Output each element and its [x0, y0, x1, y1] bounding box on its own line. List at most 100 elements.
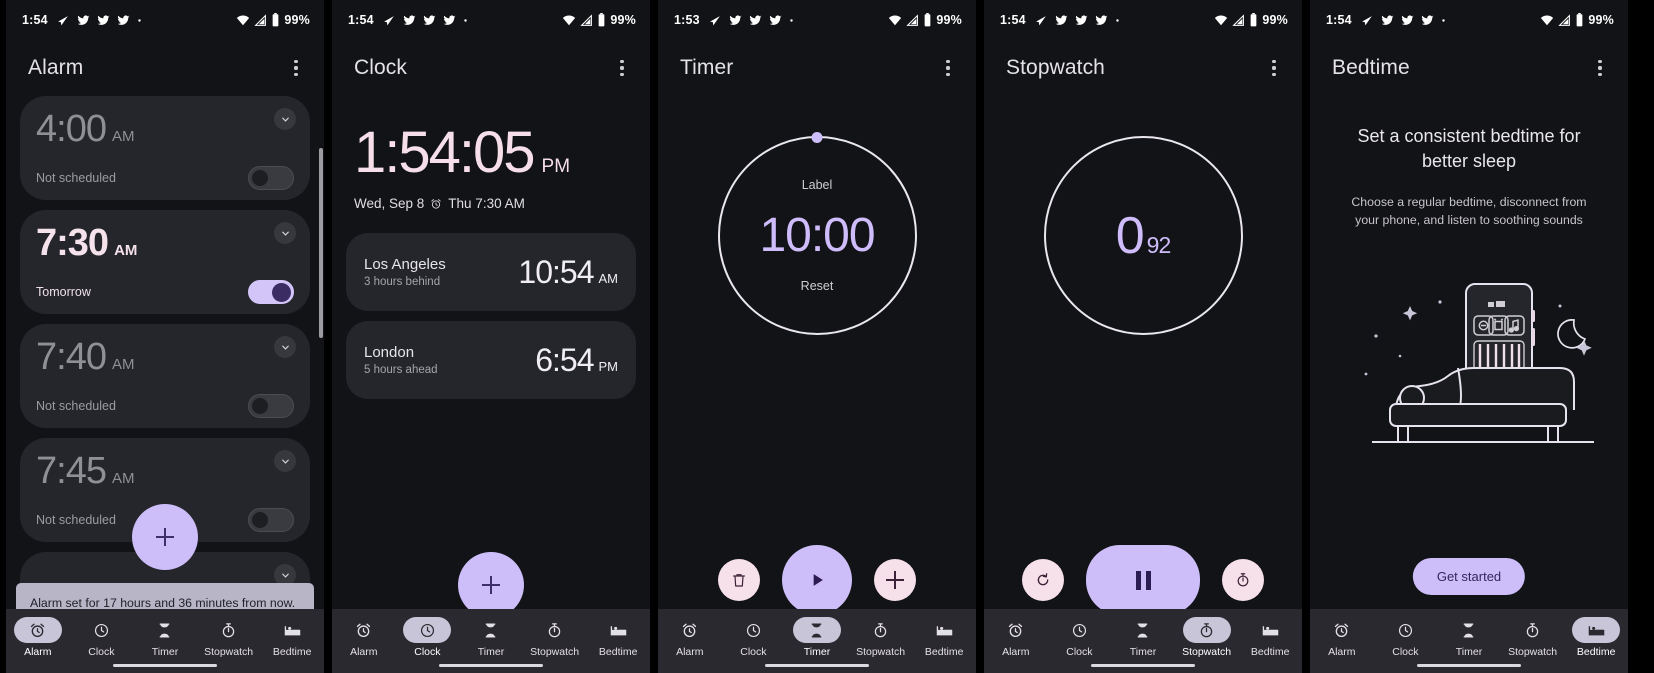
nav-tab-clock[interactable]: Clock — [70, 617, 134, 658]
alarm-toggle[interactable] — [248, 166, 294, 190]
nav-tab-timer[interactable]: Timer — [459, 617, 523, 658]
bird-icon — [117, 14, 130, 25]
nav-tab-stopwatch[interactable]: Stopwatch — [197, 617, 261, 658]
lap-button[interactable] — [1222, 559, 1264, 601]
nav-tab-timer[interactable]: Timer — [133, 617, 197, 658]
nav-label: Alarm — [350, 646, 378, 658]
timer-reset-label[interactable]: Reset — [801, 279, 834, 293]
gesture-home-bar[interactable] — [1417, 664, 1521, 667]
delete-timer-button[interactable] — [718, 559, 760, 601]
alarm-hour: 4:00 — [36, 108, 107, 150]
dot-icon — [1442, 18, 1445, 22]
nav-tab-clock[interactable]: Clock — [396, 617, 460, 658]
nav-tab-bedtime[interactable]: Bedtime — [1564, 617, 1628, 658]
pause-icon — [1135, 570, 1151, 590]
nav-tab-bedtime[interactable]: Bedtime — [260, 617, 324, 658]
nav-tab-bedtime[interactable]: Bedtime — [1238, 617, 1302, 658]
overflow-menu-button[interactable] — [1254, 48, 1294, 88]
alarm-toggle[interactable] — [248, 280, 294, 304]
nav-tab-bedtime[interactable]: Bedtime — [912, 617, 976, 658]
overflow-menu-button[interactable] — [1580, 48, 1620, 88]
alarm-row[interactable]: 7:30 AM Tomorrow — [20, 210, 310, 314]
stopwatch-actions — [984, 545, 1302, 615]
start-timer-button[interactable] — [782, 545, 852, 615]
add-alarm-fab[interactable] — [132, 504, 198, 570]
gesture-home-bar[interactable] — [113, 664, 217, 667]
alarm-ampm: AM — [111, 356, 135, 373]
dot-icon — [464, 18, 467, 22]
timer-dial-wrap: Label 10:00 Reset — [658, 96, 976, 335]
world-clock-time: 6:54 PM — [535, 342, 618, 379]
more-vert-icon — [294, 60, 298, 76]
alarm-toggle[interactable] — [248, 394, 294, 418]
wifi-icon — [889, 15, 902, 26]
overflow-menu-button[interactable] — [602, 48, 642, 88]
nav-tab-stopwatch[interactable]: Stopwatch — [1175, 617, 1239, 658]
nav-tab-alarm[interactable]: Alarm — [658, 617, 722, 658]
expand-chevron-down-icon[interactable] — [274, 222, 296, 244]
bird-icon — [749, 14, 762, 25]
nav-label: Timer — [151, 646, 179, 658]
nav-tab-clock[interactable]: Clock — [1048, 617, 1112, 658]
overflow-menu-button[interactable] — [928, 48, 968, 88]
nav-tab-stopwatch[interactable]: Stopwatch — [1501, 617, 1565, 658]
get-started-button[interactable]: Get started — [1412, 558, 1526, 595]
alarm-hour: 7:30 — [36, 222, 109, 264]
alarm-hour: 7:40 — [36, 336, 107, 378]
battery-icon — [1577, 13, 1583, 27]
expand-chevron-down-icon[interactable] — [274, 108, 296, 130]
nav-label: Bedtime — [598, 646, 638, 658]
timer-dial[interactable]: Label 10:00 Reset — [717, 132, 917, 335]
expand-chevron-down-icon[interactable] — [274, 336, 296, 358]
signal-icon — [254, 13, 267, 26]
bird-icon — [423, 14, 436, 25]
nav-label: Timer — [803, 646, 831, 658]
expand-chevron-down-icon[interactable] — [274, 450, 296, 472]
plus-icon — [885, 570, 905, 590]
bird-icon — [1401, 14, 1414, 25]
nav-tab-timer[interactable]: Timer — [1437, 617, 1501, 658]
overflow-menu-button[interactable] — [276, 48, 316, 88]
city-offset: 5 hours ahead — [364, 364, 438, 376]
nav-tab-stopwatch[interactable]: Stopwatch — [849, 617, 913, 658]
dial-knob[interactable] — [811, 132, 823, 143]
world-clock-row[interactable]: London 5 hours ahead 6:54 PM — [346, 321, 636, 399]
reset-stopwatch-button[interactable] — [1022, 559, 1064, 601]
world-clock-row[interactable]: Los Angeles 3 hours behind 10:54 AM — [346, 233, 636, 311]
wifi-icon — [1541, 15, 1554, 26]
nav-tab-clock[interactable]: Clock — [722, 617, 786, 658]
nav-tab-timer[interactable]: Timer — [1111, 617, 1175, 658]
scrollbar-thumb[interactable] — [319, 148, 323, 338]
send-icon — [1035, 15, 1046, 25]
bedtime-subtext: Choose a regular bedtime, disconnect fro… — [1351, 195, 1587, 228]
status-system-icons: 99% — [888, 13, 962, 27]
gesture-home-bar[interactable] — [439, 664, 543, 667]
nav-tab-timer[interactable]: Timer — [785, 617, 849, 658]
more-vert-icon — [1598, 60, 1602, 76]
alarm-row[interactable]: 4:00 AM Not scheduled — [20, 96, 310, 200]
nav-tab-alarm[interactable]: Alarm — [1310, 617, 1374, 658]
pause-stopwatch-button[interactable] — [1086, 545, 1200, 615]
nav-label: Alarm — [1002, 646, 1030, 658]
status-notification-icons — [57, 14, 142, 27]
nav-tab-alarm[interactable]: Alarm — [332, 617, 396, 658]
gesture-home-bar[interactable] — [765, 664, 869, 667]
timer-label[interactable]: Label — [802, 178, 833, 192]
nav-tab-alarm[interactable]: Alarm — [6, 617, 70, 658]
nav-tab-clock[interactable]: Clock — [1374, 617, 1438, 658]
nav-label: Stopwatch — [1182, 646, 1232, 658]
nav-label: Stopwatch — [1508, 646, 1558, 658]
nav-tab-bedtime[interactable]: Bedtime — [586, 617, 650, 658]
send-icon — [383, 15, 394, 25]
gesture-home-bar[interactable] — [1091, 664, 1195, 667]
alarm-toggle[interactable] — [248, 508, 294, 532]
add-minute-button[interactable] — [874, 559, 916, 601]
timer-actions — [658, 545, 976, 615]
status-notification-icons — [383, 14, 468, 27]
nav-label: Stopwatch — [530, 646, 580, 658]
bed-icon — [594, 617, 642, 643]
nav-tab-alarm[interactable]: Alarm — [984, 617, 1048, 658]
alarm-row[interactable]: 7:40 AM Not scheduled — [20, 324, 310, 428]
stopwatch-icon — [531, 617, 579, 643]
nav-tab-stopwatch[interactable]: Stopwatch — [523, 617, 587, 658]
